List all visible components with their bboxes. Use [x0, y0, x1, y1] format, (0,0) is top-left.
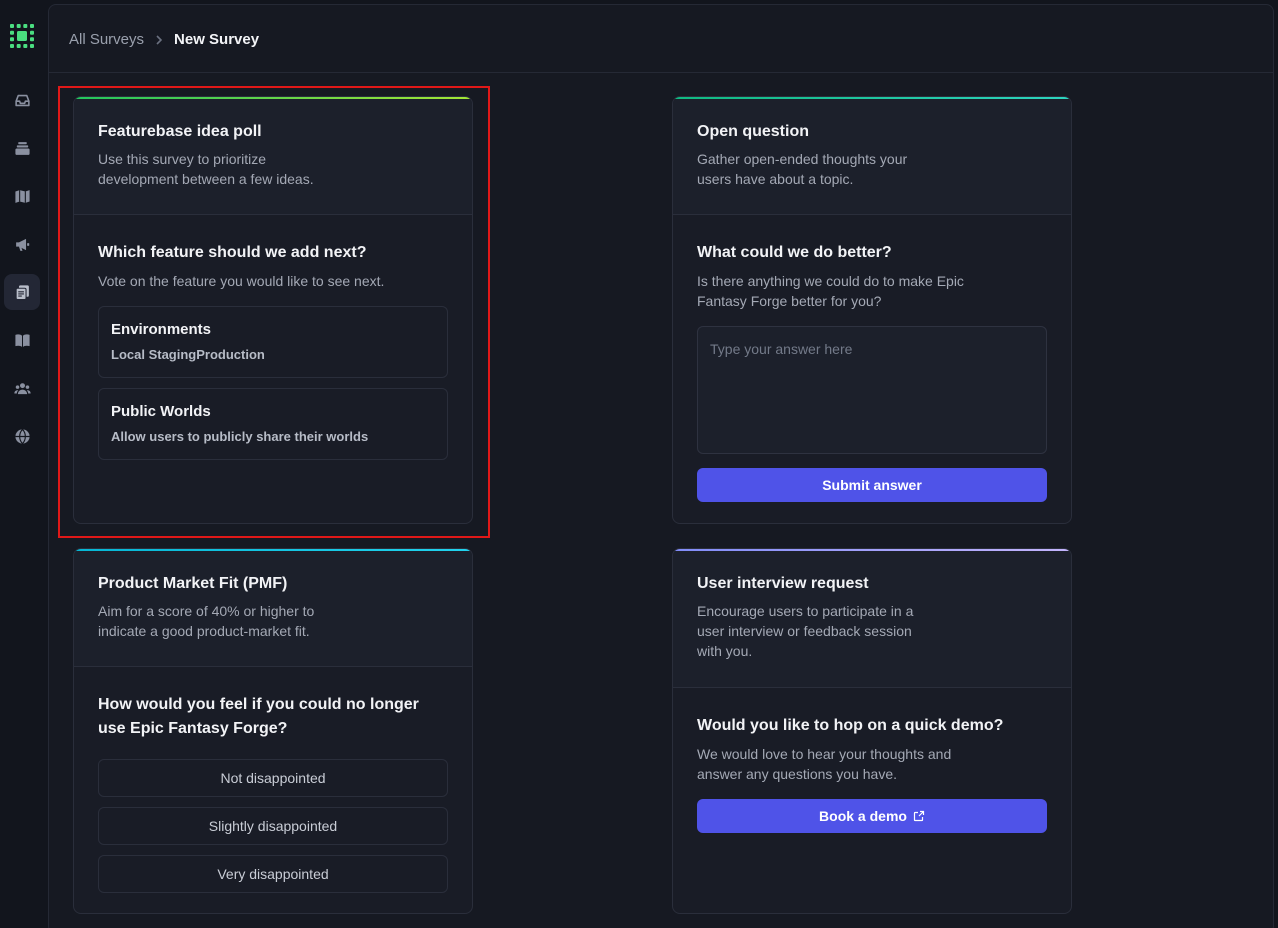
breadcrumb-current: New Survey — [174, 31, 260, 48]
pmf-option[interactable]: Slightly disappointed — [98, 807, 448, 845]
card-header: Product Market Fit (PMF) Aim for a score… — [74, 549, 472, 667]
breadcrumb: All Surveys New Survey — [69, 31, 259, 48]
idea-option[interactable]: Environments Local StagingProduction — [98, 306, 448, 378]
app-logo-icon[interactable] — [10, 24, 34, 48]
card-header: Open question Gather open-ended thoughts… — [673, 97, 1071, 215]
pmf-option[interactable]: Very disappointed — [98, 855, 448, 893]
sidebar-item-inbox[interactable] — [4, 82, 40, 118]
card-preview: What could we do better? Is there anythi… — [673, 215, 1071, 502]
question-title: Which feature should we add next? — [98, 244, 367, 261]
sidebar-item-posts[interactable] — [4, 130, 40, 166]
card-header: Featurebase idea poll Use this survey to… — [74, 97, 472, 215]
book-demo-label: Book a demo — [819, 808, 907, 824]
card-preview: Would you like to hop on a quick demo? W… — [673, 688, 1071, 833]
sidebar-item-help-center[interactable] — [4, 322, 40, 358]
sidebar-item-portal[interactable] — [4, 418, 40, 454]
layers-icon — [14, 141, 30, 155]
idea-option-title: Public Worlds — [111, 403, 211, 420]
idea-option-title: Environments — [111, 321, 212, 338]
card-accent — [74, 97, 472, 99]
survey-template-user-interview[interactable]: User interview request Encourage users t… — [672, 548, 1072, 914]
sidebar-item-changelog[interactable] — [4, 226, 40, 262]
inbox-icon — [14, 94, 30, 106]
question-subtitle: We would love to hear your thoughts and … — [697, 746, 952, 782]
idea-option-description: Allow users to publicly share their worl… — [111, 429, 369, 444]
card-preview: How would you feel if you could no longe… — [74, 667, 472, 893]
survey-template-open-question[interactable]: Open question Gather open-ended thoughts… — [672, 96, 1072, 524]
idea-option[interactable]: Public Worlds Allow users to publicly sh… — [98, 388, 448, 460]
sidebar-item-users[interactable] — [4, 370, 40, 406]
survey-template-pmf[interactable]: Product Market Fit (PMF) Aim for a score… — [73, 548, 473, 914]
card-header: User interview request Encourage users t… — [673, 549, 1071, 688]
card-preview: Which feature should we add next? Vote o… — [74, 215, 472, 460]
chevron-right-icon — [154, 34, 164, 46]
question-title: What could we do better? — [697, 244, 892, 261]
surveys-icon — [15, 284, 29, 300]
breadcrumb-all-surveys-link[interactable]: All Surveys — [69, 31, 144, 48]
question-subtitle: Is there anything we could do to make Ep… — [697, 273, 964, 309]
card-title: Open question — [697, 123, 809, 140]
card-title: Product Market Fit (PMF) — [98, 575, 288, 592]
sidebar — [0, 0, 44, 928]
sidebar-item-surveys[interactable] — [4, 274, 40, 310]
question-title: Would you like to hop on a quick demo? — [697, 717, 1004, 734]
sidebar-item-roadmap[interactable] — [4, 178, 40, 214]
top-bar: All Surveys New Survey — [49, 5, 1273, 73]
card-description: Gather open-ended thoughts your users ha… — [697, 151, 908, 187]
card-description: Encourage users to participate in a user… — [697, 603, 914, 659]
megaphone-icon — [15, 238, 29, 251]
card-description: Use this survey to prioritize developmen… — [98, 151, 314, 187]
card-title: Featurebase idea poll — [98, 123, 262, 140]
question-subtitle: Vote on the feature you would like to se… — [98, 273, 385, 289]
globe-icon — [14, 428, 30, 444]
card-accent — [673, 97, 1071, 99]
card-description: Aim for a score of 40% or higher to indi… — [98, 603, 315, 639]
map-icon — [14, 189, 30, 203]
survey-template-idea-poll[interactable]: Featurebase idea poll Use this survey to… — [73, 96, 473, 524]
pmf-option[interactable]: Not disappointed — [98, 759, 448, 797]
card-accent — [74, 549, 472, 551]
book-demo-button[interactable]: Book a demo — [697, 799, 1047, 833]
submit-answer-button[interactable]: Submit answer — [697, 468, 1047, 502]
users-icon — [13, 382, 31, 394]
question-title: How would you feel if you could no longe… — [98, 696, 419, 737]
book-icon — [14, 333, 30, 347]
external-link-icon — [913, 810, 925, 822]
answer-textarea[interactable] — [697, 326, 1047, 454]
card-title: User interview request — [697, 575, 869, 592]
idea-option-description: Local StagingProduction — [111, 347, 265, 362]
card-accent — [673, 549, 1071, 551]
